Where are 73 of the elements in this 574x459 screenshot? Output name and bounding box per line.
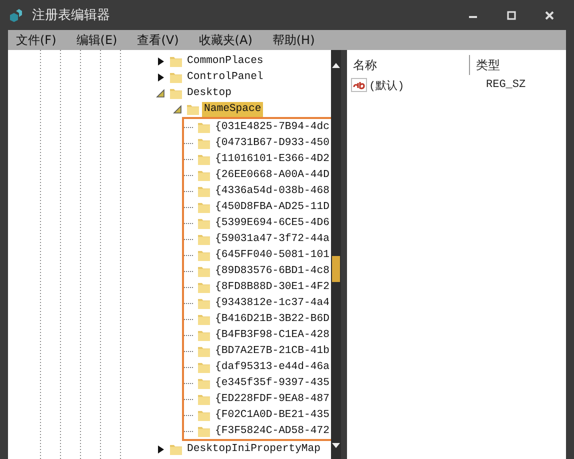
expand-arrow-icon[interactable] — [156, 444, 165, 454]
menu-item[interactable]: 收藏夹(A) — [196, 30, 270, 50]
tree-item[interactable]: {B4FB3F98-C1EA-428 — [213, 328, 332, 342]
close-icon — [544, 10, 554, 20]
tree-item[interactable]: {11016101-E366-4D2 — [213, 152, 332, 166]
tree-item[interactable]: {ED228FDF-9EA8-487 — [213, 392, 332, 406]
collapse-arrow-icon[interactable] — [156, 88, 165, 98]
folder-icon — [197, 392, 211, 406]
folder-icon — [197, 248, 211, 262]
expand-arrow-icon[interactable] — [156, 56, 165, 66]
tree-item[interactable]: {89D83576-6BD1-4c8 — [213, 264, 332, 278]
tree-item[interactable]: {9343812e-1c37-4a4 — [213, 296, 332, 310]
folder-icon — [169, 54, 183, 68]
folder-icon — [197, 328, 211, 342]
tree-item[interactable]: {F02C1A0D-BE21-435 — [213, 408, 332, 422]
tree-item[interactable]: {F3F5824C-AD58-472 — [213, 424, 332, 438]
value-name[interactable]: (默认) — [369, 78, 486, 92]
window-title: 注册表编辑器 — [32, 7, 111, 24]
tree-item[interactable]: {8FD8B88D-30E1-4F2 — [213, 280, 332, 294]
menu-item[interactable]: 帮助(H) — [270, 30, 333, 50]
tree-item[interactable]: {BD7A2E7B-21CB-41b — [213, 344, 332, 358]
menu-item[interactable]: 文件(F) — [14, 30, 74, 50]
folder-icon — [169, 442, 183, 456]
folder-icon — [197, 408, 211, 422]
folder-icon — [197, 168, 211, 182]
registry-cubes-icon — [8, 7, 24, 23]
tree-item[interactable]: {B416D21B-3B22-B6D — [213, 312, 332, 326]
folder-icon — [169, 86, 183, 100]
folder-icon — [197, 216, 211, 230]
folder-icon — [197, 136, 211, 150]
expand-arrow-icon[interactable] — [156, 72, 165, 82]
tree-item[interactable]: DesktopIniPropertyMap — [185, 442, 323, 456]
folder-icon — [197, 312, 211, 326]
folder-icon — [197, 152, 211, 166]
tree-item[interactable]: {450D8FBA-AD25-11D — [213, 200, 332, 214]
collapse-arrow-icon[interactable] — [173, 104, 182, 114]
tree-item[interactable]: Desktop — [185, 86, 234, 100]
column-header[interactable]: 名称 — [347, 56, 469, 74]
folder-icon — [197, 360, 211, 374]
folder-icon — [197, 232, 211, 246]
folder-icon — [197, 200, 211, 214]
folder-icon — [169, 70, 183, 84]
scroll-down-icon[interactable] — [332, 443, 340, 449]
tree-item[interactable]: {e345f35f-9397-435 — [213, 376, 332, 390]
tree-item[interactable]: {daf95313-e44d-46a — [213, 360, 332, 374]
folder-icon — [197, 296, 211, 310]
folder-icon — [197, 376, 211, 390]
tree-item[interactable]: {4336a54d-038b-468 — [213, 184, 332, 198]
tree-item[interactable]: {031E4825-7B94-4dc — [213, 120, 332, 134]
folder-icon — [197, 280, 211, 294]
folder-icon — [186, 102, 200, 116]
value-type: REG_SZ — [486, 79, 527, 91]
tree-item[interactable]: {26EE0668-A00A-44D — [213, 168, 332, 182]
scroll-up-icon[interactable] — [332, 62, 340, 68]
maximize-icon — [506, 10, 516, 20]
folder-icon — [197, 184, 211, 198]
folder-icon — [197, 264, 211, 278]
tree-item[interactable]: {5399E694-6CE5-4D6 — [213, 216, 332, 230]
column-header[interactable]: 类型 — [470, 56, 550, 74]
tree-item[interactable]: CommonPlaces — [185, 54, 266, 68]
menu-item[interactable]: 编辑(E) — [74, 30, 136, 50]
folder-icon — [197, 120, 211, 134]
tree-item[interactable]: {645FF040-5081-101 — [213, 248, 332, 262]
scrollbar-thumb[interactable] — [332, 256, 340, 282]
tree-item[interactable]: NameSpace — [202, 102, 264, 116]
string-value-icon — [351, 77, 367, 93]
menu-item[interactable]: 查看(V) — [135, 30, 197, 50]
folder-icon — [197, 344, 211, 358]
folder-icon — [197, 424, 211, 438]
tree-item[interactable]: {59031a47-3f72-44a — [213, 232, 332, 246]
tree-item[interactable]: ControlPanel — [185, 70, 266, 84]
tree-item[interactable]: {04731B67-D933-450 — [213, 136, 332, 150]
scrollbar[interactable] — [331, 50, 341, 459]
